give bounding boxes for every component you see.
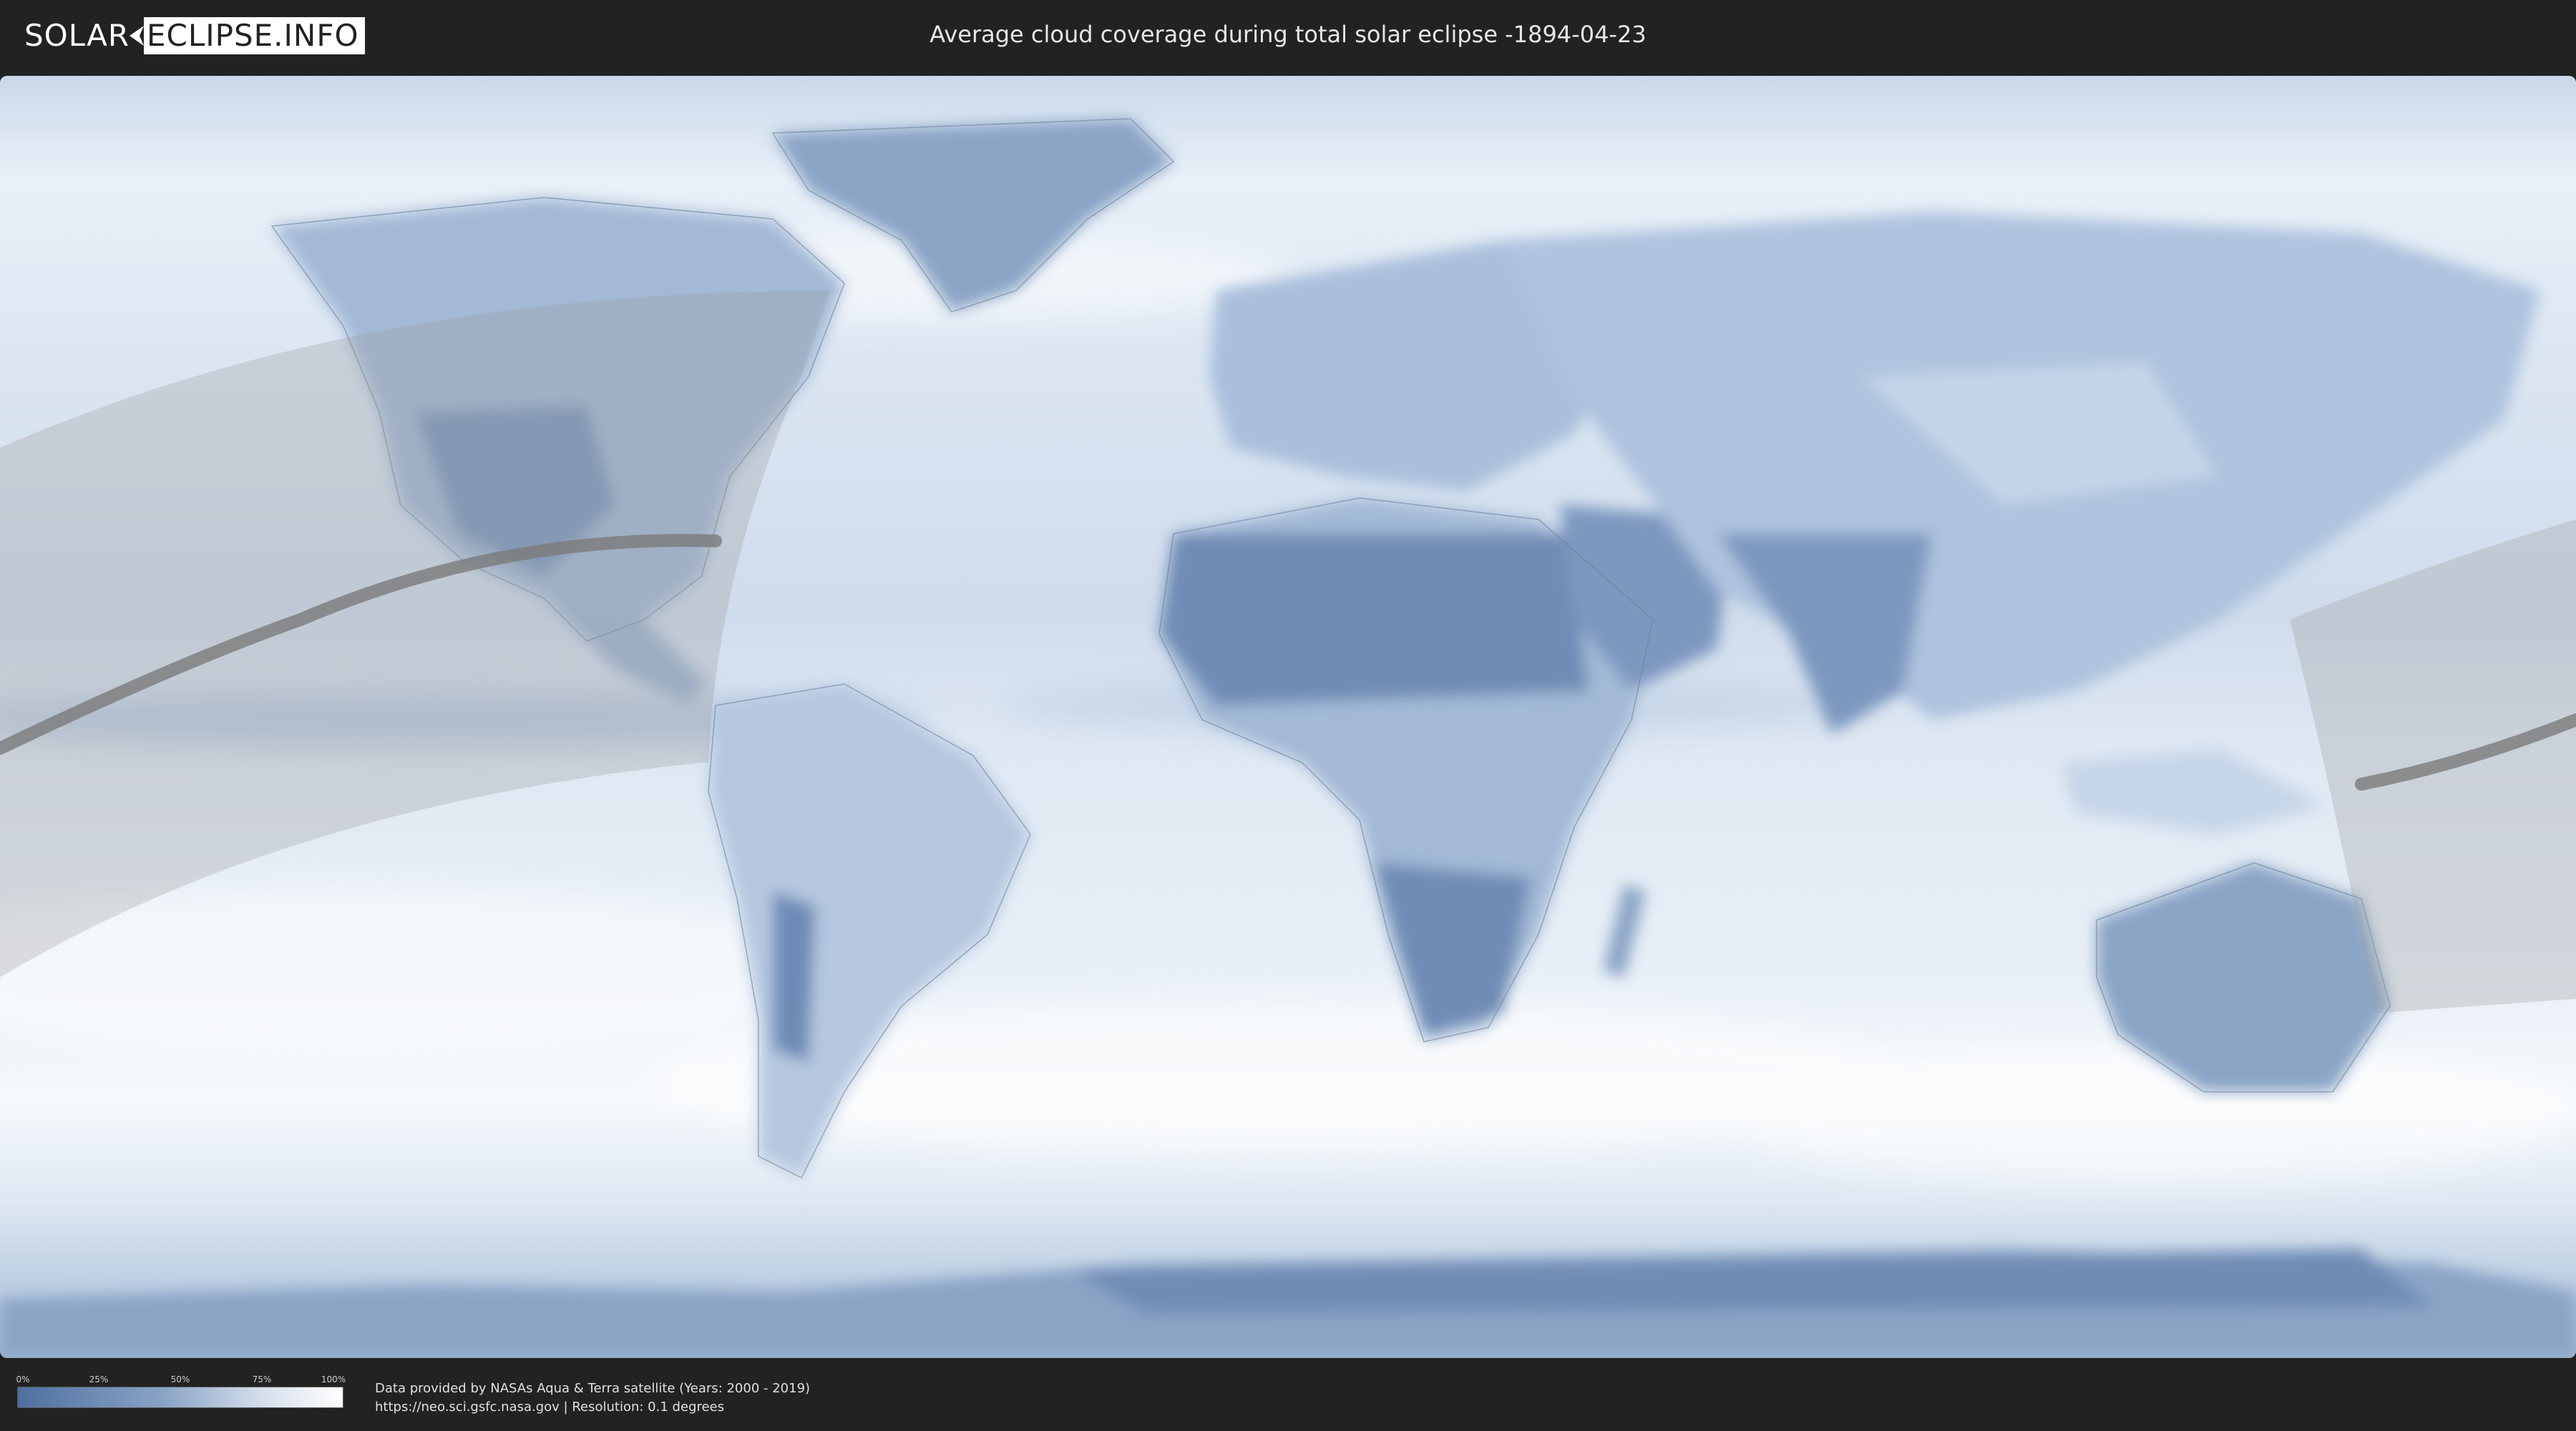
credits-line-source: Data provided by NASAs Aqua & Terra sate… (375, 1381, 811, 1396)
data-credits: Data provided by NASAs Aqua & Terra sate… (375, 1379, 810, 1417)
footer-bar: 0% 25% 50% 75% 100% Data provided by NAS… (0, 1358, 2576, 1431)
legend-tick: 50% (170, 1374, 190, 1384)
legend-tick: 0% (16, 1374, 30, 1384)
legend-tick: 100% (321, 1374, 346, 1384)
cloud-coverage-legend: 0% 25% 50% 75% 100% (16, 1374, 346, 1408)
legend-tick: 75% (252, 1374, 272, 1384)
page-title: Average cloud coverage during total sola… (930, 21, 1646, 48)
cloud-coverage-map[interactable] (0, 76, 2576, 1358)
world-map-svg (0, 76, 2576, 1358)
header-bar: SOLAR ECLIPSE.INFO Average cloud coverag… (0, 0, 2576, 73)
credits-line-url: https://neo.sci.gsfc.nasa.gov | Resoluti… (375, 1400, 724, 1415)
legend-tick: 25% (89, 1374, 109, 1384)
legend-color-bar (17, 1387, 343, 1408)
legend-ticks: 0% 25% 50% 75% 100% (16, 1374, 346, 1387)
